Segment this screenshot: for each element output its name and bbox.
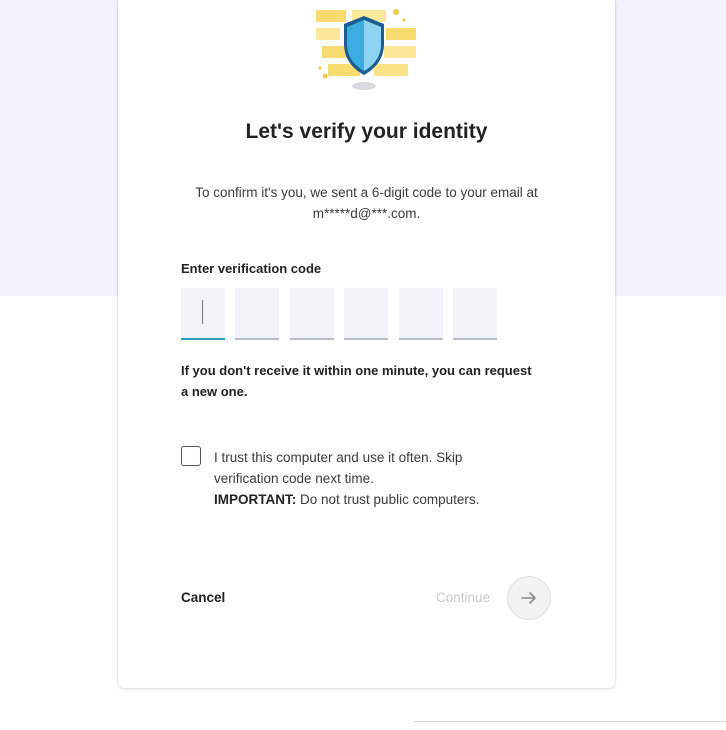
important-warning-text: Do not trust public computers.	[300, 492, 480, 507]
code-digit-3-input[interactable]	[290, 288, 334, 340]
trust-computer-label[interactable]: I trust this computer and use it often. …	[214, 447, 514, 510]
continue-arrow-button[interactable]	[507, 576, 551, 620]
code-digit-4-input[interactable]	[344, 288, 388, 340]
verification-description: To confirm it's you, we sent a 6-digit c…	[195, 185, 538, 221]
continue-label-button[interactable]: Continue	[436, 590, 490, 605]
page-title: Let's verify your identity	[245, 120, 488, 143]
page: Let's verify your identity To confirm it…	[0, 0, 726, 730]
shield-bricks-icon	[316, 9, 416, 90]
code-field-label: Enter verification code	[181, 261, 322, 276]
cancel-button[interactable]: Cancel	[181, 590, 225, 605]
arrow-right-icon	[521, 592, 536, 604]
code-digit-6-input[interactable]	[453, 288, 497, 340]
bottom-divider	[414, 721, 726, 722]
verification-card: Let's verify your identity To confirm it…	[118, 0, 615, 688]
trust-computer-text: I trust this computer and use it often. …	[214, 450, 463, 486]
resend-hint: If you don't receive it within one minut…	[181, 363, 532, 399]
code-digit-2-input[interactable]	[235, 288, 279, 340]
important-label: IMPORTANT:	[214, 492, 297, 507]
text-caret	[202, 300, 203, 324]
code-digit-5-input[interactable]	[399, 288, 443, 340]
trust-computer-checkbox[interactable]	[181, 446, 201, 466]
code-digit-1-input[interactable]	[181, 288, 225, 340]
